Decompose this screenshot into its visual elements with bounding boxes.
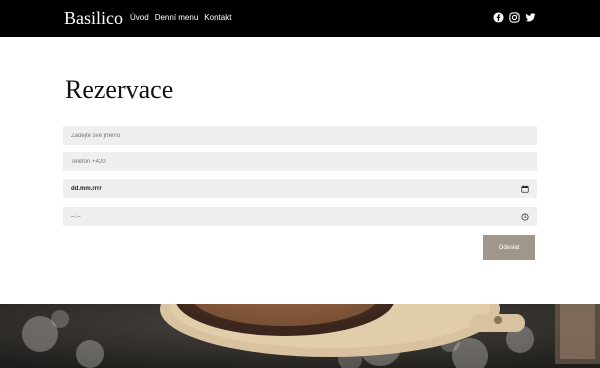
calendar-icon[interactable]: [521, 185, 529, 193]
phone-input[interactable]: [71, 158, 529, 165]
name-field[interactable]: [63, 126, 537, 145]
nav-link-uvod[interactable]: Úvod: [130, 12, 149, 24]
social-links: [493, 12, 536, 23]
date-value: dd.mm.rrrr: [71, 185, 102, 192]
time-field[interactable]: --:--: [63, 207, 537, 226]
nav-link-denni-menu[interactable]: Denní menu: [155, 12, 199, 24]
twitter-icon[interactable]: [525, 12, 536, 23]
top-navbar: Basilico Úvod Denní menu Kontakt: [0, 0, 600, 37]
time-value: --:--: [71, 213, 81, 220]
main-nav: Úvod Denní menu Kontakt: [130, 12, 231, 24]
name-input[interactable]: [71, 132, 529, 139]
brand-logo[interactable]: Basilico: [64, 6, 123, 30]
nav-link-kontakt[interactable]: Kontakt: [204, 12, 231, 24]
facebook-icon[interactable]: [493, 12, 504, 23]
phone-field[interactable]: [63, 152, 537, 171]
clock-icon[interactable]: [521, 212, 529, 221]
submit-button[interactable]: Odeslat: [483, 235, 535, 260]
hero-image-food: [0, 304, 600, 368]
instagram-icon[interactable]: [509, 12, 520, 23]
page-title: Rezervace: [65, 75, 174, 104]
date-field[interactable]: dd.mm.rrrr: [63, 179, 537, 198]
